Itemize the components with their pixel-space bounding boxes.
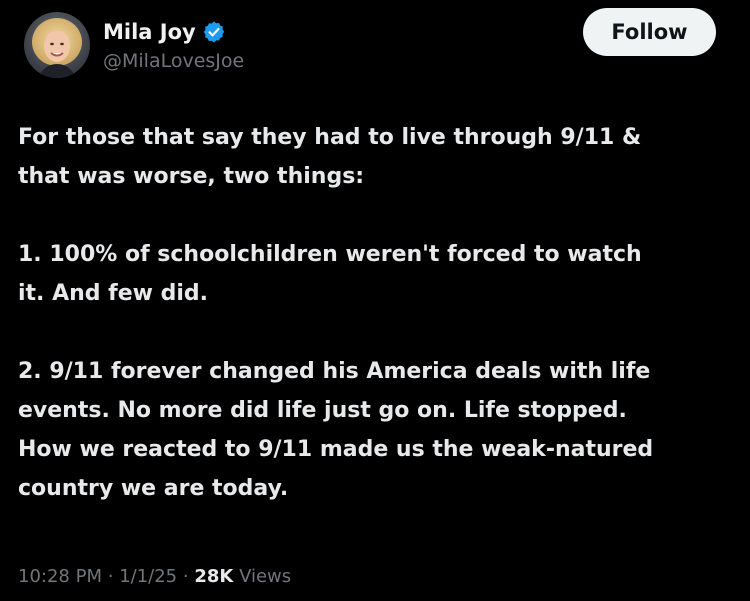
tweet-line: For those that say they had to live thro… bbox=[18, 125, 642, 150]
follow-button[interactable]: Follow bbox=[583, 8, 716, 56]
verified-badge-icon[interactable] bbox=[202, 20, 226, 44]
tweet-line: How we reacted to 9/11 made us the weak-… bbox=[18, 437, 654, 462]
tweet-line: 2. 9/11 forever changed his America deal… bbox=[18, 359, 651, 384]
tweet-line: events. No more did life just go on. Lif… bbox=[18, 398, 627, 423]
tweet-date[interactable]: 1/1/25 bbox=[119, 566, 177, 587]
views-label: Views bbox=[239, 566, 292, 587]
author-display-name[interactable]: Mila Joy bbox=[103, 16, 196, 48]
tweet-line: 1. 100% of schoolchildren weren't forced… bbox=[18, 242, 642, 267]
tweet-card: Mila Joy @MilaLovesJoe Follow For those … bbox=[0, 0, 750, 601]
tweet-meta: 10:28 PM · 1/1/25 · 28K Views bbox=[18, 561, 291, 593]
tweet-line: that was worse, two things: bbox=[18, 164, 365, 189]
tweet-line: it. And few did. bbox=[18, 281, 209, 306]
avatar-image bbox=[24, 12, 90, 78]
author-handle[interactable]: @MilaLovesJoe bbox=[103, 46, 244, 76]
meta-separator: · bbox=[182, 566, 189, 587]
tweet-line: country we are today. bbox=[18, 476, 289, 501]
meta-separator: · bbox=[107, 566, 114, 587]
views-count[interactable]: 28K bbox=[194, 566, 233, 587]
tweet-text: For those that say they had to live thro… bbox=[18, 118, 733, 508]
author-name-row: Mila Joy bbox=[103, 16, 226, 48]
tweet-time[interactable]: 10:28 PM bbox=[18, 566, 102, 587]
author-avatar[interactable] bbox=[24, 12, 90, 78]
